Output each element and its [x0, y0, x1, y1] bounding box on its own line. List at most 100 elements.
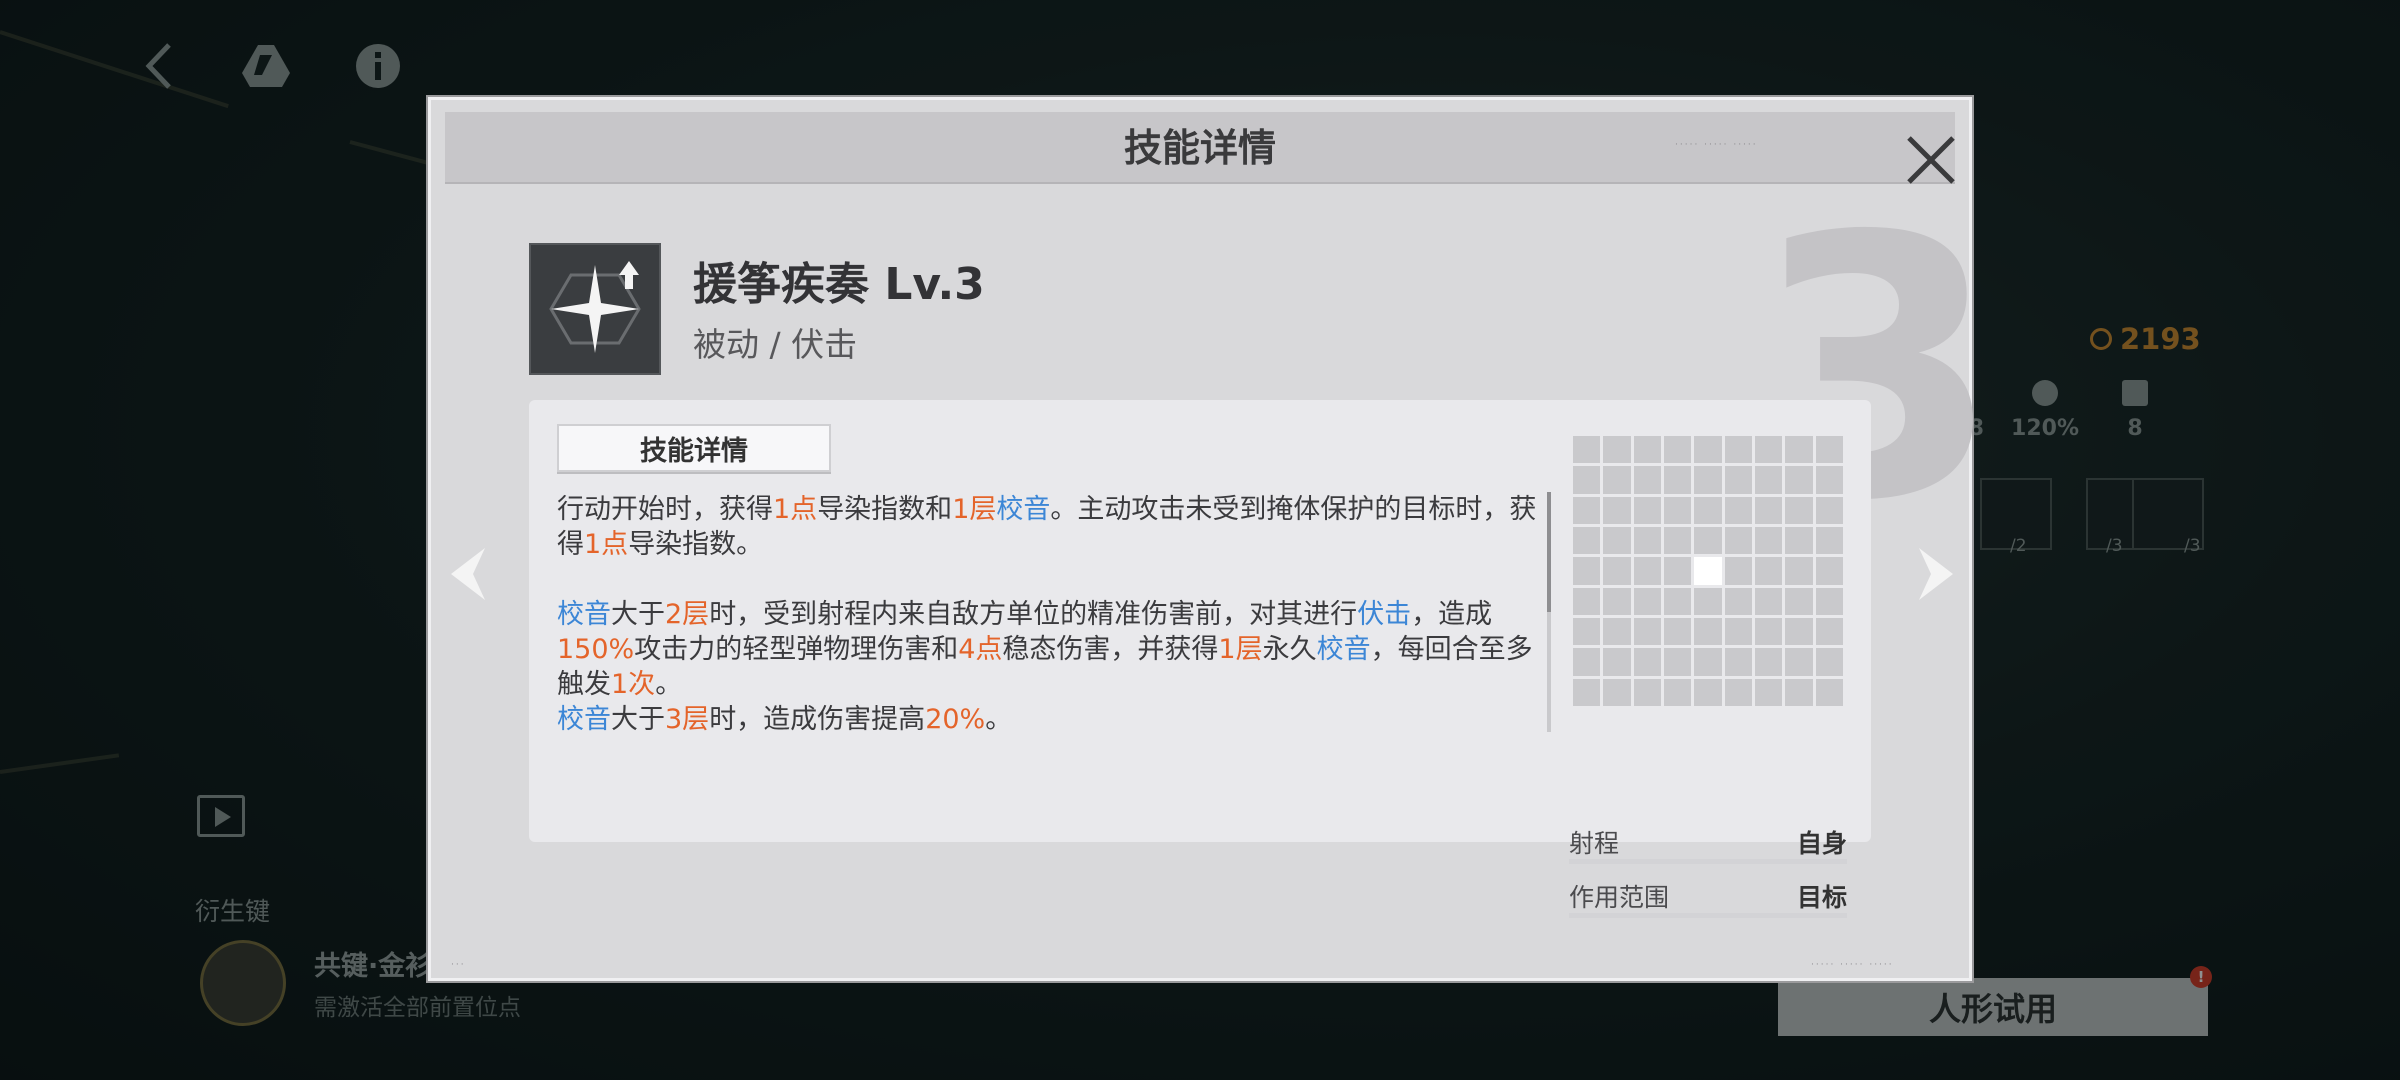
range-cell — [1664, 618, 1692, 646]
range-cell — [1664, 678, 1692, 706]
range-cell — [1694, 678, 1722, 706]
range-cell — [1633, 648, 1661, 676]
info-key: 作用范围 — [1569, 883, 1670, 912]
range-cell — [1724, 466, 1752, 494]
info-value: 目标 — [1796, 883, 1847, 912]
range-cell — [1815, 587, 1843, 615]
range-cell — [1664, 648, 1692, 676]
skill-type: 被动 / 伏击 — [693, 325, 858, 364]
range-cell — [1573, 648, 1601, 676]
skill-detail-card: 技能详情 行动开始时，获得1点导染指数和1层校音。主动攻击未受到掩体保护的目标时… — [529, 400, 1871, 918]
desc-paragraph-2: 校音大于2层时，受到射程内来自敌方单位的精准伤害前，对其进行伏击，造成150%攻… — [557, 599, 1533, 700]
range-grid — [1573, 436, 1843, 706]
range-cell — [1724, 648, 1752, 676]
range-cell — [1755, 648, 1783, 676]
range-cell — [1694, 527, 1722, 555]
range-cell — [1755, 587, 1783, 615]
chevron-right-icon — [1919, 547, 1953, 600]
range-cell — [1603, 678, 1631, 706]
prev-skill-button[interactable] — [440, 540, 500, 610]
chevron-left-icon — [451, 547, 485, 600]
modal-header: 技能详情 ····· ····· ····· — [445, 112, 1955, 184]
range-cell — [1694, 466, 1722, 494]
range-cell — [1603, 557, 1631, 585]
range-cell — [1633, 678, 1661, 706]
range-cell — [1633, 557, 1661, 585]
range-cell — [1785, 648, 1813, 676]
description-scrollbar[interactable] — [1547, 492, 1551, 732]
range-cell — [1724, 527, 1752, 555]
range-cell — [1694, 618, 1722, 646]
range-cell — [1815, 648, 1843, 676]
range-cell — [1785, 557, 1813, 585]
range-cell — [1724, 496, 1752, 524]
range-cell — [1603, 527, 1631, 555]
range-cell — [1755, 618, 1783, 646]
range-cell — [1603, 618, 1631, 646]
range-cell — [1694, 496, 1722, 524]
range-cell — [1603, 436, 1631, 464]
range-cell — [1664, 587, 1692, 615]
range-cell — [1755, 466, 1783, 494]
skill-description: 行动开始时，获得1点导染指数和1层校音。主动攻击未受到掩体保护的目标时，获得1点… — [557, 492, 1537, 737]
range-cell — [1694, 648, 1722, 676]
range-cell — [1815, 466, 1843, 494]
range-cell — [1724, 618, 1752, 646]
range-cell — [1815, 618, 1843, 646]
range-cell — [1573, 618, 1601, 646]
info-row-range: 射程 自身 — [1569, 824, 1847, 864]
info-value: 自身 — [1796, 829, 1847, 858]
next-skill-button[interactable] — [1904, 540, 1964, 610]
range-cell — [1815, 436, 1843, 464]
range-cell — [1815, 527, 1843, 555]
range-cell — [1603, 466, 1631, 494]
range-cell — [1603, 648, 1631, 676]
range-cell — [1755, 557, 1783, 585]
corner-decor: ····· ····· ····· — [1811, 960, 1894, 970]
range-cell — [1785, 496, 1813, 524]
range-cell — [1815, 496, 1843, 524]
range-cell — [1573, 587, 1601, 615]
range-cell — [1755, 436, 1783, 464]
desc-paragraph-3: 校音大于3层时，造成伤害提高20%。 — [557, 704, 1013, 735]
range-cell — [1694, 436, 1722, 464]
range-cell — [1664, 436, 1692, 464]
range-cell — [1573, 527, 1601, 555]
range-cell — [1755, 527, 1783, 555]
range-cell — [1603, 587, 1631, 615]
corner-decor: ··· — [451, 960, 466, 970]
range-cell — [1664, 466, 1692, 494]
range-cell — [1633, 527, 1661, 555]
range-cell — [1815, 557, 1843, 585]
range-cell — [1724, 436, 1752, 464]
range-cell — [1633, 496, 1661, 524]
range-cell — [1724, 587, 1752, 615]
skill-detail-modal: 技能详情 ····· ····· ····· 3 援筝疾奏 Lv.3 被动 / … — [428, 97, 2002, 981]
range-cell — [1573, 466, 1601, 494]
range-cell — [1694, 587, 1722, 615]
range-cell — [1815, 678, 1843, 706]
range-cell — [1785, 527, 1813, 555]
range-cell — [1755, 678, 1783, 706]
range-cell — [1664, 527, 1692, 555]
skill-name: 援筝疾奏 Lv.3 — [693, 259, 985, 310]
range-cell — [1755, 496, 1783, 524]
scrollbar-thumb[interactable] — [1547, 492, 1551, 612]
range-cell — [1573, 678, 1601, 706]
range-cell — [1573, 557, 1601, 585]
range-cell — [1785, 678, 1813, 706]
desc-paragraph-1: 行动开始时，获得1点导染指数和1层校音。主动攻击未受到掩体保护的目标时，获得1点… — [557, 494, 1537, 560]
range-cell-self — [1694, 557, 1722, 585]
header-decor: ····· ····· ····· — [1675, 140, 1758, 150]
range-cell — [1633, 587, 1661, 615]
range-cell — [1724, 557, 1752, 585]
skill-icon — [529, 243, 661, 375]
range-cell — [1724, 678, 1752, 706]
range-cell — [1664, 557, 1692, 585]
range-cell — [1785, 618, 1813, 646]
tab-skill-detail[interactable]: 技能详情 — [557, 424, 831, 472]
range-cell — [1633, 466, 1661, 494]
range-cell — [1573, 436, 1601, 464]
range-cell — [1603, 496, 1631, 524]
range-cell — [1633, 436, 1661, 464]
